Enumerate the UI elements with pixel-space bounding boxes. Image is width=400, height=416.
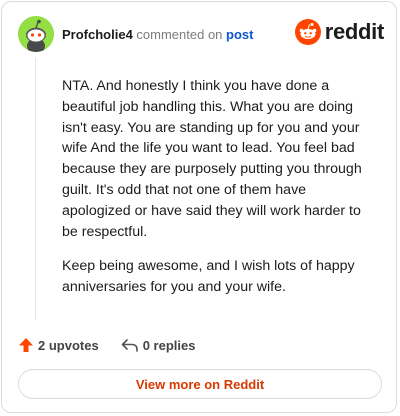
replies-button[interactable]: 0 replies [121, 337, 196, 353]
upvote-arrow-icon [19, 338, 33, 352]
thread-line [35, 58, 36, 320]
reddit-snoo-icon [294, 19, 321, 45]
user-avatar[interactable] [18, 16, 54, 52]
comment-paragraph: Keep being awesome, and I wish lots of h… [62, 258, 355, 296]
view-more-button[interactable]: View more on Reddit [18, 369, 382, 399]
reddit-comment-embed: Profcholie4 commented on post reddit NTA… [1, 1, 397, 413]
comment-header: Profcholie4 commented on post reddit [18, 16, 384, 52]
reddit-brand[interactable]: reddit [294, 16, 385, 48]
reply-count: 0 replies [142, 337, 196, 353]
reddit-wordmark: reddit [324, 19, 385, 44]
comment-meta: Profcholie4 commented on post [62, 27, 254, 42]
upvote-button[interactable]: 2 upvotes [18, 337, 99, 353]
snoo-avatar-icon [18, 16, 54, 52]
post-link[interactable]: post [226, 27, 253, 42]
commented-on-text: commented on [136, 27, 223, 42]
reply-arrow-icon [121, 339, 138, 352]
comment-body: NTA. And honestly I think you have done … [62, 76, 378, 312]
username-link[interactable]: Profcholie4 [62, 27, 133, 42]
comment-actions: 2 upvotes 0 replies [18, 336, 195, 354]
comment-paragraph: NTA. And honestly I think you have done … [62, 78, 362, 240]
upvote-count: 2 upvotes [38, 337, 99, 353]
